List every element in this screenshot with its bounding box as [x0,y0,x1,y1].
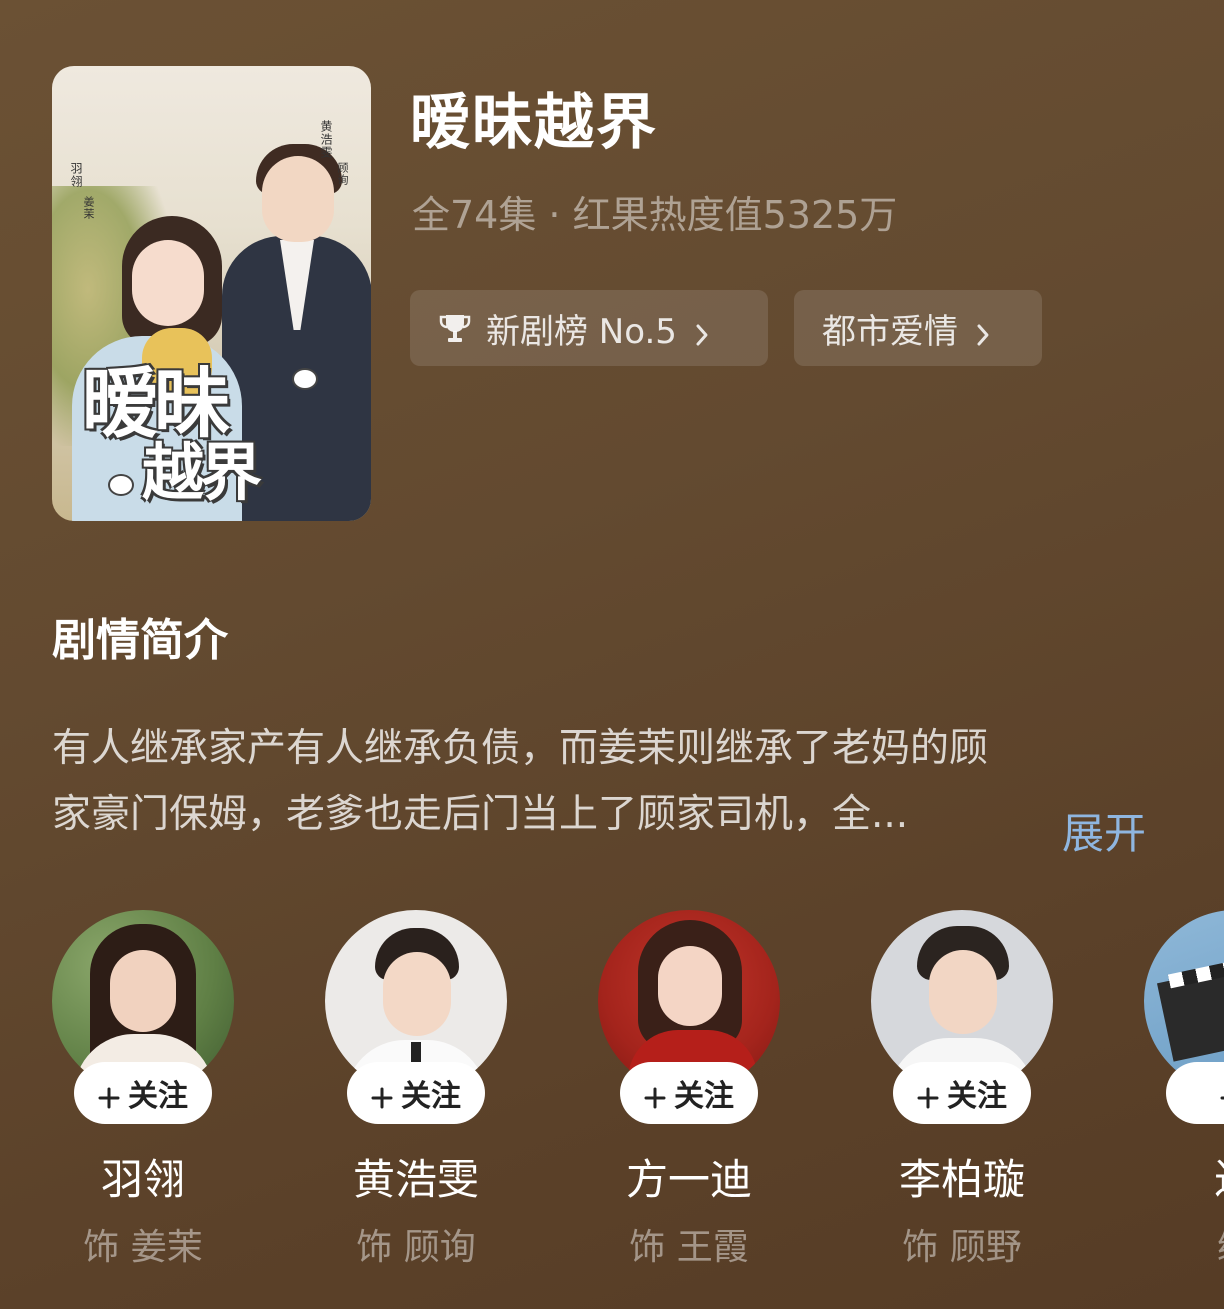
cast-member[interactable]: 关注 羽翎 饰 姜茉 [52,910,234,1270]
cast-name: 黄浩雯 [352,1155,479,1204]
follow-button[interactable]: 关注 [620,1062,758,1124]
cast-member[interactable]: 关注 方一迪 饰 王霞 [598,910,780,1270]
show-poster[interactable]: 黄浩雯 顾询 羽翎 姜茉 暧昧 越界 [52,66,371,521]
plus-icon [1220,1082,1224,1104]
cast-role: 编 [1144,1218,1224,1270]
plus-icon [917,1082,939,1109]
genre-tag-button[interactable]: 都市爱情 [794,290,1042,366]
cast-role: 饰 王霞 [629,1227,749,1268]
cast-role: 饰 顾询 [356,1227,476,1268]
paw-icon [292,368,318,390]
synopsis-line: 有人继承家产有人继承负债，而姜茉则继承了老妈的顾 [52,726,989,771]
cast-name: 羽翎 [100,1155,185,1204]
follow-button-label: 关注 [401,1079,461,1114]
show-title: 暧昧越界 [410,88,658,158]
synopsis-text: 有人继承家产有人继承负债，而姜茉则继承了老妈的顾 家豪门保姆，老爹也走后门当上了… [52,716,1152,848]
cast-role: 饰 顾野 [902,1227,1022,1268]
cast-name: 过 [1144,1146,1224,1207]
follow-button[interactable] [1166,1062,1224,1124]
genre-tag-label: 都市爱情 [822,311,958,352]
follow-button-label: 关注 [128,1079,188,1114]
poster-title-line2: 越界 [142,436,262,509]
poster-credit-left-name: 羽翎 [69,162,83,188]
follow-button-label: 关注 [947,1079,1007,1114]
plus-icon [371,1082,393,1109]
chevron-right-icon [695,316,709,346]
follow-button[interactable]: 关注 [74,1062,212,1124]
cast-name: 方一迪 [625,1155,752,1204]
cast-role: 饰 姜茉 [83,1227,203,1268]
rank-tag-button[interactable]: 新剧榜 No.5 [410,290,768,366]
poster-credit-right-name: 黄浩雯 [319,120,333,159]
follow-button-label: 关注 [674,1079,734,1114]
show-meta: 全74集 · 红果热度值5325万 [412,193,898,237]
chevron-right-icon [976,316,990,346]
synopsis-line: 家豪门保姆，老爹也走后门当上了顾家司机，全... [52,792,909,837]
trophy-icon [438,311,472,345]
cast-member-partial[interactable]: 过 编 [1144,910,1224,1270]
plus-icon [98,1082,120,1109]
poster-credit-right-role: 顾询 [336,162,349,186]
follow-button[interactable]: 关注 [893,1062,1031,1124]
plus-icon [644,1082,666,1109]
rank-tag-label: 新剧榜 No.5 [486,311,677,352]
poster-credit-left-role: 姜茉 [82,196,95,220]
cast-name: 李柏璇 [898,1155,1025,1204]
cast-member[interactable]: 关注 黄浩雯 饰 顾询 [325,910,507,1270]
paw-icon [108,474,134,496]
expand-synopsis-link[interactable]: 展开 [1062,800,1146,861]
synopsis-heading: 剧情简介 [52,615,228,666]
follow-button[interactable]: 关注 [347,1062,485,1124]
cast-member[interactable]: 关注 李柏璇 饰 顾野 [871,910,1053,1270]
